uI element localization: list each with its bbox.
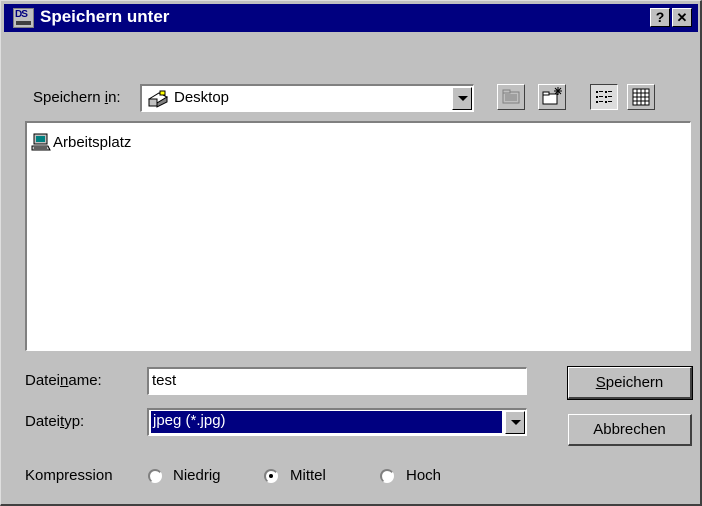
radio-niedrig-label[interactable]: Niedrig — [173, 467, 221, 484]
title-bar[interactable]: DS Speichern unter ? ✕ — [4, 4, 698, 32]
radio-mittel[interactable] — [264, 469, 278, 483]
save-in-label: Speichern in: — [33, 89, 121, 106]
list-view-button[interactable] — [590, 84, 618, 110]
save-button[interactable]: Speichern — [567, 366, 693, 400]
close-button[interactable]: ✕ — [672, 8, 692, 27]
details-view-icon — [628, 88, 654, 113]
new-folder-button[interactable] — [538, 84, 566, 110]
help-button[interactable]: ? — [650, 8, 670, 27]
desktop-icon — [147, 89, 169, 109]
radio-selected-dot — [269, 474, 273, 478]
filename-label: Dateiname: — [25, 372, 102, 389]
save-as-dialog: DS Speichern unter ? ✕ Speichern in: Des… — [0, 0, 702, 506]
cancel-button[interactable]: Abbrechen — [568, 414, 692, 446]
chevron-down-icon — [458, 96, 468, 101]
filename-input[interactable]: test — [147, 367, 527, 395]
list-item-label: Arbeitsplatz — [53, 134, 132, 151]
compression-label: Kompression — [25, 467, 113, 484]
radio-hoch[interactable] — [380, 469, 394, 483]
save-in-value: Desktop — [174, 89, 230, 106]
filetype-value: jpeg (*.jpg) — [153, 412, 226, 429]
filetype-dropdown[interactable]: jpeg (*.jpg) — [147, 408, 527, 436]
details-view-button[interactable] — [627, 84, 655, 110]
new-folder-icon — [539, 87, 565, 113]
save-in-dropdown-button[interactable] — [452, 87, 472, 110]
chevron-down-icon — [511, 420, 521, 425]
save-in-dropdown[interactable]: Desktop — [140, 84, 474, 112]
list-view-icon — [591, 91, 617, 113]
app-icon: DS — [13, 8, 34, 28]
filetype-dropdown-button[interactable] — [505, 411, 525, 434]
file-list[interactable]: Arbeitsplatz — [25, 121, 691, 351]
computer-icon — [31, 133, 51, 155]
radio-mittel-label[interactable]: Mittel — [290, 467, 326, 484]
radio-hoch-label[interactable]: Hoch — [406, 467, 441, 484]
filetype-label: Dateityp: — [25, 413, 85, 430]
radio-niedrig[interactable] — [148, 469, 162, 483]
window-title: Speichern unter — [40, 7, 170, 26]
folder-up-icon — [498, 89, 524, 113]
up-one-level-button[interactable] — [497, 84, 525, 110]
filetype-selection: jpeg (*.jpg) — [150, 410, 503, 434]
